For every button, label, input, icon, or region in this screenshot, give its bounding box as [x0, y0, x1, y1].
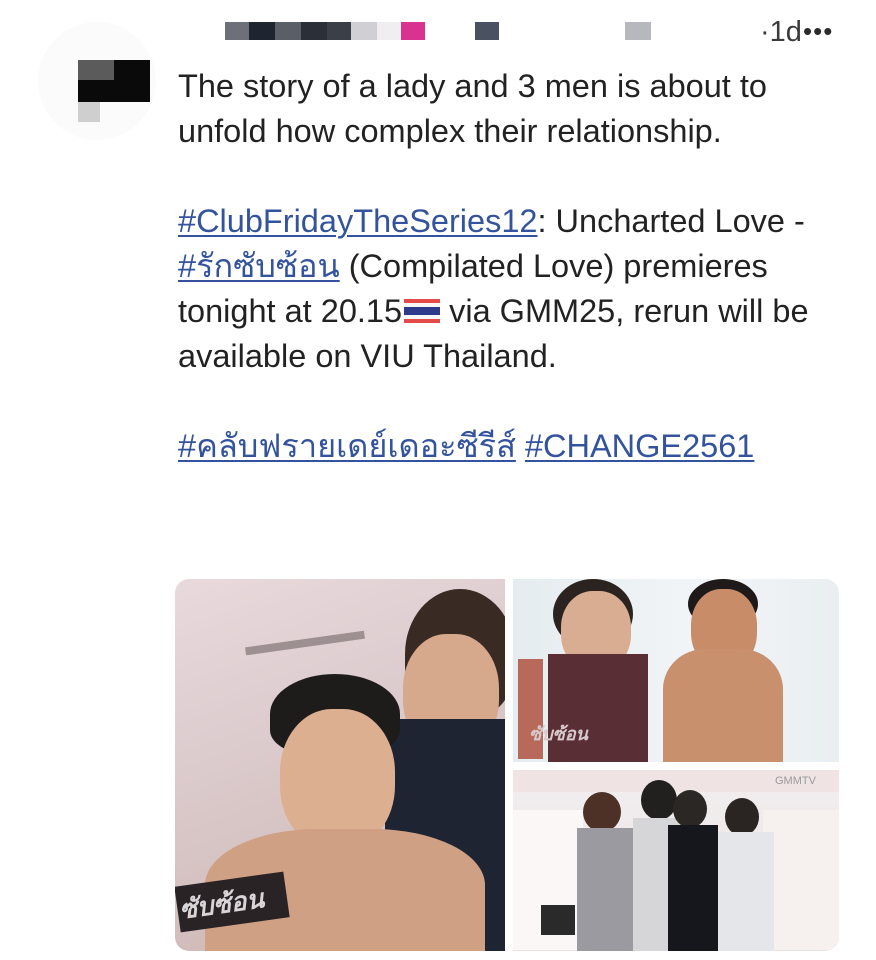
- avatar-redaction: [78, 60, 114, 80]
- post-text: The story of a lady and 3 men is about t…: [178, 68, 767, 149]
- post-text-paragraph: #ClubFridayTheSeries12: Uncharted Love -…: [178, 199, 858, 379]
- post-text-paragraph: The story of a lady and 3 men is about t…: [178, 64, 858, 154]
- thailand-flag-icon: [404, 299, 441, 323]
- avatar-redaction: [78, 102, 100, 122]
- series-title-overlay: ซับซ้อน: [529, 724, 588, 745]
- gallery-photo-2[interactable]: ซับซ้อน: [513, 579, 839, 762]
- post-timestamp[interactable]: ·1d: [760, 16, 802, 49]
- post-text-paragraph: #คลับฟรายเดย์เดอะซีรีส์ #CHANGE2561: [178, 424, 858, 469]
- avatar[interactable]: [38, 22, 156, 140]
- post-body: The story of a lady and 3 men is about t…: [178, 64, 858, 469]
- gallery-photo-3[interactable]: GMMTV: [513, 770, 839, 951]
- hashtag-link[interactable]: #รักซับซ้อน: [178, 248, 340, 284]
- more-options-icon[interactable]: •••: [803, 16, 833, 47]
- hashtag-link[interactable]: #ClubFridayTheSeries12: [178, 203, 537, 239]
- hashtag-link[interactable]: #CHANGE2561: [525, 428, 754, 464]
- watermark: GMMTV: [775, 775, 816, 787]
- hashtag-link[interactable]: #คลับฟรายเดย์เดอะซีรีส์: [178, 428, 516, 464]
- post-text: : Uncharted Love -: [537, 203, 805, 239]
- gallery-photo-1[interactable]: ซับซ้อน: [175, 579, 505, 951]
- photo-gallery: ซับซ้อน ซับซ้อน GMMTV: [175, 579, 839, 951]
- post-header: ·1d •••: [225, 16, 865, 49]
